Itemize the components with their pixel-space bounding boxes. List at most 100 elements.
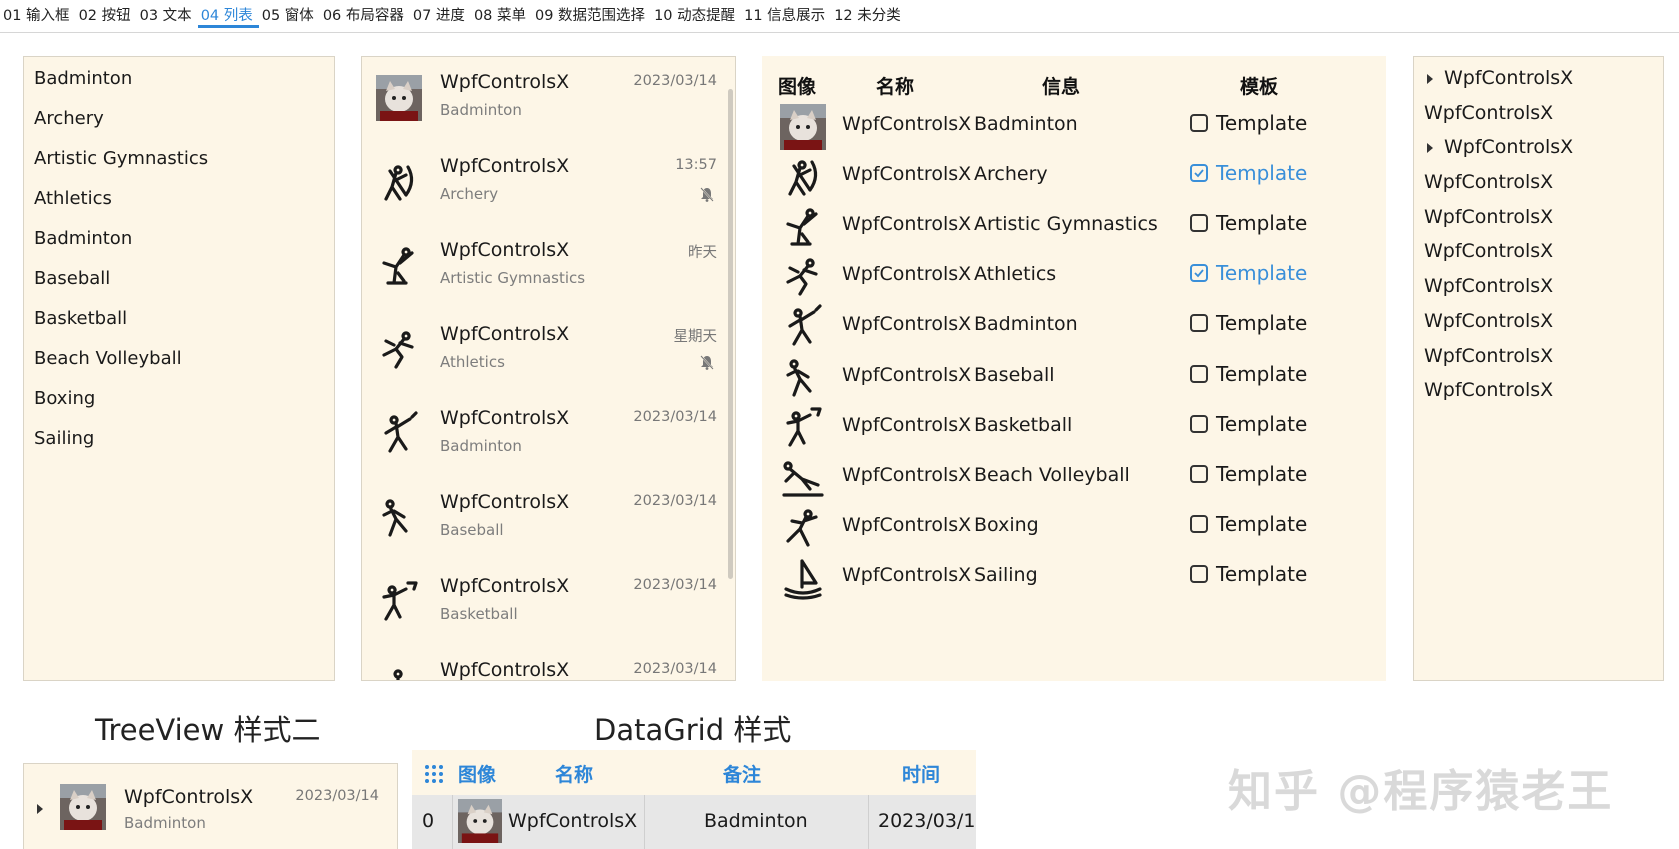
checkbox-unchecked-icon	[1190, 314, 1208, 333]
expander-arrow-icon[interactable]	[1427, 143, 1433, 154]
tree-item[interactable]: WpfControlsX	[1414, 165, 1663, 200]
basketball-icon	[786, 406, 822, 447]
tree-item[interactable]: WpfControlsX	[1414, 373, 1663, 408]
template-label: Template	[1216, 261, 1308, 286]
grid-list: 图像 名称 信息 模板 WpfControlsX Badminton Templat…	[762, 56, 1386, 681]
tab-5[interactable]: 05 窗体	[259, 0, 320, 28]
tree-item[interactable]: WpfControlsX	[1414, 234, 1663, 269]
template-label: Template	[1216, 511, 1308, 536]
template-checkbox[interactable]: Template	[1190, 311, 1307, 335]
item-name: WpfControlsX	[440, 575, 570, 597]
list-item[interactable]: Athletics	[24, 179, 334, 219]
dg-header-time[interactable]: 时间	[902, 760, 940, 787]
table-row[interactable]: WpfControlsX Athletics Template	[762, 250, 1386, 304]
list-item[interactable]: WpfControlsX Baseball 2023/03/14	[362, 477, 735, 561]
item-subtitle: Archery	[440, 185, 499, 203]
item-time: 13:57	[675, 157, 717, 173]
tab-7[interactable]: 07 进度	[410, 0, 471, 28]
tree-item-label: WpfControlsX	[1424, 101, 1554, 124]
tab-8[interactable]: 08 菜单	[471, 0, 532, 28]
header-template: 模板	[1240, 76, 1279, 98]
tab-6[interactable]: 06 布局容器	[320, 0, 410, 28]
grid-dots-icon[interactable]	[424, 764, 444, 784]
dg-header-name[interactable]: 名称	[555, 760, 593, 787]
row-name: WpfControlsX	[842, 263, 972, 286]
dg-header-image[interactable]: 图像	[458, 760, 496, 787]
tab-11[interactable]: 11 信息展示	[741, 0, 831, 28]
table-row[interactable]: WpfControlsX Badminton Template	[762, 100, 1386, 154]
item-subtitle: Athletics	[440, 353, 505, 371]
item-time: 星期天	[673, 329, 718, 345]
vertical-scrollbar[interactable]	[728, 89, 733, 579]
template-checkbox[interactable]: Template	[1190, 211, 1307, 235]
template-checkbox[interactable]: Template	[1190, 161, 1307, 185]
template-checkbox[interactable]: Template	[1190, 362, 1307, 386]
tab-1[interactable]: 01 输入框	[0, 0, 76, 28]
tree-item[interactable]: WpfControlsX	[1414, 304, 1663, 339]
table-row[interactable]: WpfControlsX Artistic Gymnastics Template	[762, 200, 1386, 254]
dg-header-note[interactable]: 备注	[723, 760, 761, 787]
row-info: Athletics	[974, 263, 1057, 286]
tree-item[interactable]: WpfControlsX	[1414, 130, 1663, 165]
expander-arrow-icon[interactable]	[37, 804, 43, 814]
table-row[interactable]: WpfControlsX Archery Template	[762, 150, 1386, 204]
row-info: Baseball	[974, 363, 1055, 386]
table-row[interactable]: WpfControlsX Badminton Template	[762, 300, 1386, 354]
table-row[interactable]: WpfControlsX Basketball Template	[762, 401, 1386, 455]
item-subtitle: Basketball	[440, 605, 518, 623]
row-name: WpfControlsX	[842, 213, 972, 236]
tree-item[interactable]: WpfControlsX	[1414, 200, 1663, 235]
template-checkbox[interactable]: Template	[1190, 562, 1307, 586]
list-item[interactable]: Badminton	[24, 219, 334, 259]
list-item[interactable]: Boxing	[24, 379, 334, 419]
list-item[interactable]: Baseball	[24, 259, 334, 299]
boxing-icon	[786, 509, 818, 547]
expander-arrow-icon[interactable]	[1427, 74, 1433, 84]
archery-icon	[384, 165, 414, 201]
list-item[interactable]: WpfControlsX Athletics 星期天	[362, 309, 735, 393]
cat-avatar	[780, 104, 826, 150]
list-item[interactable]: WpfControlsX 2023/03/14	[362, 645, 735, 680]
tab-9[interactable]: 09 数据范围选择	[532, 0, 651, 28]
datagrid-title: DataGrid 样式	[594, 713, 792, 747]
list-item[interactable]: Badminton	[24, 59, 334, 99]
table-row[interactable]: WpfControlsX Boxing Template	[762, 501, 1386, 555]
tree-item[interactable]: WpfControlsX	[1414, 269, 1663, 304]
tree-item[interactable]: WpfControlsX	[1414, 96, 1663, 131]
list-item[interactable]: WpfControlsX Artistic Gymnastics 昨天	[362, 225, 735, 309]
tab-2[interactable]: 02 按钮	[76, 0, 137, 28]
tab-12[interactable]: 12 未分类	[831, 0, 907, 28]
baseball-icon	[786, 358, 812, 397]
template-checkbox[interactable]: Template	[1190, 111, 1307, 135]
template-checkbox[interactable]: Template	[1190, 412, 1307, 436]
list-item[interactable]: WpfControlsX Badminton 2023/03/14	[362, 57, 735, 141]
list-item[interactable]: Artistic Gymnastics	[24, 139, 334, 179]
template-checkbox[interactable]: Template	[1190, 261, 1307, 285]
treeview2-sub: Badminton	[124, 814, 206, 832]
template-label: Template	[1216, 561, 1308, 586]
list-item[interactable]: WpfControlsX Basketball 2023/03/14	[362, 561, 735, 645]
list-item[interactable]: Beach Volleyball	[24, 339, 334, 379]
table-row[interactable]: WpfControlsX Beach Volleyball Template	[762, 451, 1386, 505]
template-checkbox[interactable]: Template	[1190, 462, 1307, 486]
tab-3[interactable]: 03 文本	[137, 0, 198, 28]
tree-item[interactable]: WpfControlsX	[1414, 339, 1663, 374]
row-info: Boxing	[974, 513, 1039, 536]
template-label: Template	[1216, 411, 1308, 436]
row-info: Beach Volleyball	[974, 463, 1130, 486]
table-row[interactable]: WpfControlsX Baseball Template	[762, 351, 1386, 405]
row-name: WpfControlsX	[842, 313, 972, 336]
tab-10[interactable]: 10 动态提醒	[651, 0, 741, 28]
list-item[interactable]: WpfControlsX Archery 13:57	[362, 141, 735, 225]
table-row[interactable]: 0 WpfControlsX Badminton 2023/03/1	[412, 795, 976, 849]
tree-item[interactable]: WpfControlsX	[1414, 61, 1663, 96]
template-checkbox[interactable]: Template	[1190, 512, 1307, 536]
list-item[interactable]: Sailing	[24, 419, 334, 459]
beach-volleyball-icon	[782, 461, 824, 497]
list-item[interactable]: Basketball	[24, 299, 334, 339]
tab-4[interactable]: 04 列表	[197, 0, 259, 28]
list-item[interactable]: Archery	[24, 99, 334, 139]
list-item[interactable]: WpfControlsX Badminton 2023/03/14	[362, 393, 735, 477]
header-info: 信息	[1042, 76, 1081, 98]
table-row[interactable]: WpfControlsX Sailing Template	[762, 551, 1386, 605]
